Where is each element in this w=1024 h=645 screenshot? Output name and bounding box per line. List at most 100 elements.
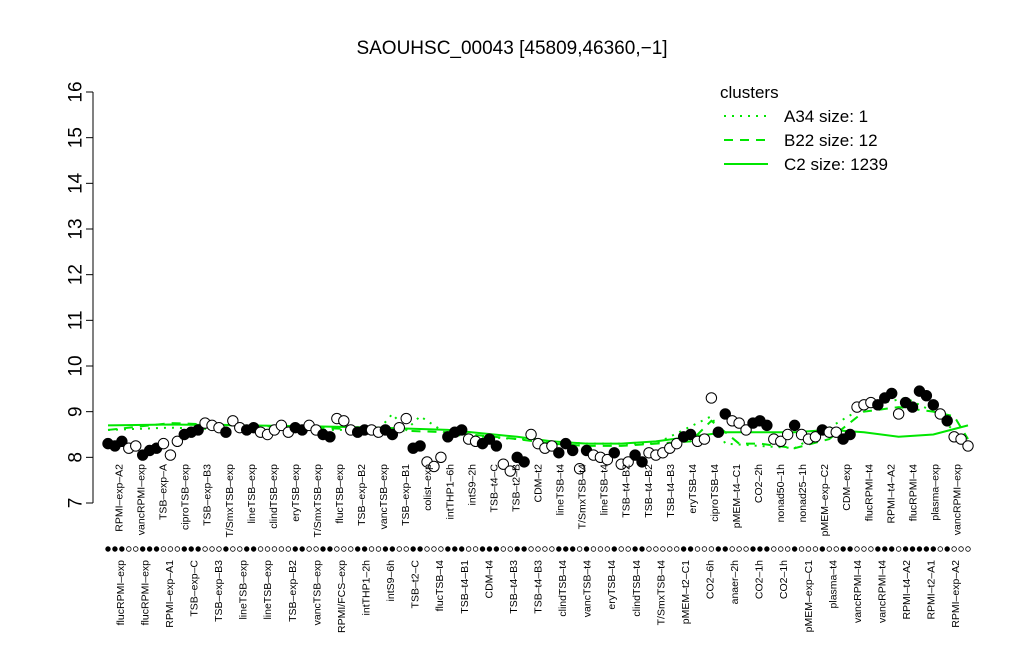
data-point xyxy=(892,408,905,420)
rug-dot xyxy=(909,546,916,552)
x-label-bottom: CO2–1h xyxy=(754,560,766,599)
data-point xyxy=(130,440,142,452)
data-point xyxy=(941,415,953,427)
rug-dot xyxy=(479,546,486,552)
x-label-top: colist–exp xyxy=(422,464,434,511)
x-label-bottom: plasma–t4 xyxy=(827,560,839,609)
x-label-bottom: vancTSB–t4 xyxy=(582,560,594,617)
rug-dot xyxy=(452,546,458,552)
x-label-top: TSB–t4–B2 xyxy=(643,464,655,518)
rug-dot xyxy=(680,546,687,552)
x-label-top: CDM–exp xyxy=(841,464,853,511)
rug-dot xyxy=(257,546,264,552)
rug-dot xyxy=(153,546,160,552)
rug-dot xyxy=(354,546,361,552)
rug-dot xyxy=(465,546,472,552)
rug-dot xyxy=(916,546,923,552)
x-label-bottom: flucRPMI–exp xyxy=(139,560,151,626)
y-tick-label: 16 xyxy=(66,81,87,102)
data-point xyxy=(164,449,177,461)
rug-dot xyxy=(167,546,174,552)
rug-dot xyxy=(757,546,763,552)
rug-dot xyxy=(202,546,208,552)
rug-dot xyxy=(181,546,187,552)
rug-dot xyxy=(771,546,777,552)
x-label-top: nonad50–1h xyxy=(775,464,787,523)
x-label-bottom: RPMI/FCS–exp xyxy=(336,560,348,633)
rug-dot xyxy=(438,546,444,552)
rug-dot xyxy=(216,546,222,552)
x-label-top: TSB–t2–B xyxy=(510,464,522,512)
x-label-top: flucRPMI–t4 xyxy=(863,464,875,521)
y-tick-label: 8 xyxy=(66,452,87,463)
x-label-top: TSB–exp–B2 xyxy=(356,464,368,526)
rug-dot xyxy=(188,546,194,552)
rug-dot xyxy=(133,546,139,552)
x-label-top: pMEM–exp–C2 xyxy=(819,464,831,537)
rug-dot xyxy=(819,546,826,552)
rug-dot xyxy=(569,546,576,552)
rug-dot xyxy=(923,546,930,552)
rug-dot xyxy=(729,546,735,552)
rug-dot xyxy=(126,546,132,552)
rug-dot xyxy=(653,546,659,552)
rug-dot xyxy=(784,546,791,552)
x-label-bottom: TSB–t4–B1 xyxy=(459,560,471,614)
data-point xyxy=(157,437,170,450)
x-label-bottom: CDM–t4 xyxy=(483,560,495,599)
rug-dot xyxy=(625,546,631,552)
rug-dot xyxy=(597,546,604,552)
rug-dot xyxy=(493,546,500,552)
x-label-bottom: TSB–exp–B3 xyxy=(213,560,225,622)
rug-dot xyxy=(285,546,292,552)
data-point xyxy=(435,451,447,464)
rug-dot xyxy=(341,546,347,552)
rug-dot xyxy=(313,546,319,552)
rug-dot xyxy=(271,546,278,552)
rug-dot xyxy=(694,546,701,552)
rug-dots xyxy=(105,546,971,552)
rug-dot xyxy=(112,546,118,552)
x-label-bottom: RPMI–t4–A2 xyxy=(901,560,913,620)
x-label-bottom: TSB–t4–B3 xyxy=(508,560,520,614)
x-label-top: lineTSB–t4 xyxy=(599,464,611,516)
rug-dot xyxy=(368,546,375,552)
x-labels-bottom: flucRPMI–exp flucRPMI–exp RPMI–exp–A1 TSB–e… xyxy=(115,560,962,633)
rug-dot xyxy=(764,546,770,552)
x-label-bottom: lineTSB–exp xyxy=(238,560,250,620)
rug-dot xyxy=(937,546,943,552)
data-point xyxy=(608,447,620,459)
rug-dot xyxy=(382,546,389,552)
y-tick-label: 11 xyxy=(66,310,87,330)
rug-dot xyxy=(146,546,153,552)
data-point xyxy=(712,426,725,438)
y-tick-label: 12 xyxy=(66,264,87,285)
x-label-top: flucTSB–exp xyxy=(334,464,346,524)
rug-dot xyxy=(965,546,971,552)
rug-dot xyxy=(403,546,409,552)
x-label-top: vancRPMI–exp xyxy=(951,464,963,535)
rug-dot xyxy=(417,546,423,552)
x-label-top: T/SmxTSB–exp xyxy=(224,464,236,538)
x-label-bottom: clindTSB–t4 xyxy=(557,560,569,617)
x-label-bottom: vancRPMI–t4 xyxy=(852,560,864,623)
y-axis: 7 8 9 10 11 12 13 14 15 16 xyxy=(66,81,94,508)
rug-dot xyxy=(944,546,950,552)
x-label-top: T/SmxTSB–t4 xyxy=(577,464,589,530)
rug-dot xyxy=(556,546,562,552)
x-label-bottom: TSB–t4–B3 xyxy=(533,560,545,614)
rug-dot xyxy=(840,546,846,552)
x-label-bottom: vancRPMI–t4 xyxy=(877,560,889,623)
rug-dot xyxy=(861,546,867,552)
rug-dot xyxy=(306,546,312,552)
rug-dot xyxy=(590,546,597,552)
data-point xyxy=(414,440,426,452)
data-point xyxy=(705,392,718,404)
rug-dot xyxy=(292,546,298,552)
rug-dot xyxy=(160,546,167,552)
x-label-top: clindTSB–exp xyxy=(268,464,280,529)
rug-dot xyxy=(812,546,819,552)
y-tick-label: 9 xyxy=(66,406,87,417)
x-label-top: lineTSB–t4 xyxy=(555,464,567,516)
x-label-bottom: clindTSB–t4 xyxy=(631,560,643,617)
